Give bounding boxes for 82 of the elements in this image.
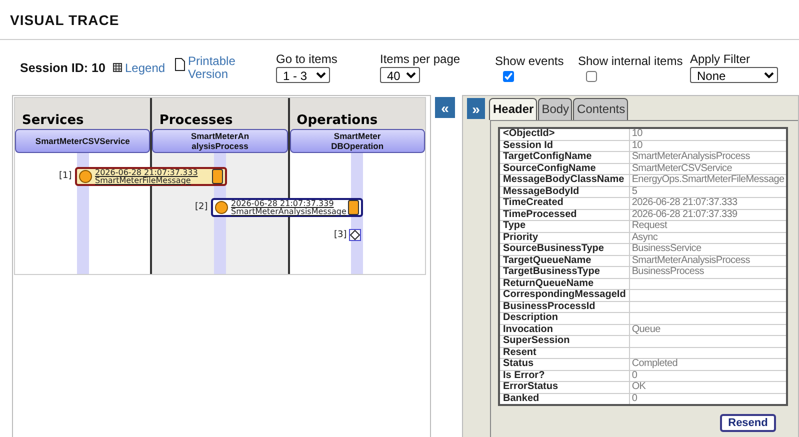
tab[interactable]: Contents xyxy=(573,98,628,120)
source-circle-icon xyxy=(79,170,92,183)
property-name: SourceBusinessType xyxy=(499,244,630,255)
property-name: SourceConfigName xyxy=(499,163,630,174)
property-value: Queue xyxy=(629,324,788,336)
document-icon xyxy=(175,58,185,70)
property-name: Invocation xyxy=(499,324,630,336)
event-diamond-icon[interactable] xyxy=(349,229,361,241)
column-title: Services xyxy=(21,113,84,130)
message-time: 2026-06-28 21:07:37.339 xyxy=(231,200,334,208)
field-label: Show internal items xyxy=(578,54,684,68)
property-name: Status xyxy=(499,358,630,370)
tab[interactable]: Body xyxy=(538,98,572,120)
events-checkbox[interactable] xyxy=(503,70,514,82)
property-name: Is Error? xyxy=(499,370,630,382)
page-title: VISUAL TRACE xyxy=(10,12,120,28)
property-value: SmartMeterAnalysisProcess xyxy=(629,255,788,266)
property-name: MessageBodyId xyxy=(499,186,630,198)
item-index: [2] xyxy=(195,202,208,212)
item-index: [3] xyxy=(334,230,347,240)
property-name: Priority xyxy=(499,232,630,244)
property-name: <ObjectId> xyxy=(499,128,630,140)
resend-button[interactable]: Resend xyxy=(720,414,776,432)
property-value: 5 xyxy=(629,186,788,198)
property-name: SuperSession xyxy=(499,336,630,347)
session-id: Session ID: 10 xyxy=(20,60,106,74)
property-name: TargetQueueName xyxy=(499,255,630,266)
property-name: TimeCreated xyxy=(499,198,630,209)
property-name: TargetConfigName xyxy=(499,152,630,163)
property-name: Session Id xyxy=(499,140,630,152)
host-box[interactable]: SmartMeterAn alysisProcess xyxy=(152,129,288,153)
field-label: Show events xyxy=(495,54,565,68)
property-value: Async xyxy=(629,232,788,244)
table-icon xyxy=(113,62,122,72)
message-bar[interactable]: 2026-06-28 21:07:37.333 SmartMeterFileMessage xyxy=(75,167,227,186)
property-value: SmartMeterCSVService xyxy=(629,163,788,174)
expand-button[interactable]: » xyxy=(467,98,485,119)
column-title: Processes xyxy=(158,113,233,130)
property-value: OK xyxy=(629,382,788,393)
property-name: Description xyxy=(499,312,630,324)
collapse-button[interactable]: « xyxy=(435,97,455,118)
property-value: Completed xyxy=(629,358,788,370)
page-size-select[interactable]: 40 xyxy=(380,67,420,83)
host-box[interactable]: SmartMeterCSVService xyxy=(15,129,150,153)
property-name: TimeProcessed xyxy=(499,209,630,220)
item-index: [1] xyxy=(59,171,72,181)
property-value: 2026-06-28 21:07:37.333 xyxy=(629,198,788,209)
property-name: Resent xyxy=(499,347,630,358)
field-label: Items per page xyxy=(380,52,462,66)
property-value: BusinessProcess xyxy=(629,266,788,278)
property-value: 0 xyxy=(629,370,788,382)
message-time: 2026-06-28 21:07:37.333 xyxy=(95,168,199,176)
legend-link[interactable]: Legend xyxy=(125,60,166,74)
host-box[interactable]: SmartMeter DBOperation xyxy=(290,129,425,153)
message-name: SmartMeterAnalysisMessage xyxy=(231,208,348,216)
property-value: 10 xyxy=(629,140,788,152)
field-label: Go to items xyxy=(276,52,338,66)
property-value: SmartMeterAnalysisProcess xyxy=(629,152,788,163)
internal-items-checkbox[interactable] xyxy=(586,70,597,82)
items-select[interactable]: 1 - 3 xyxy=(276,67,330,83)
printable-version-link[interactable]: Printable Version xyxy=(188,54,236,80)
property-name: MessageBodyClassName xyxy=(499,174,630,186)
property-name: ReturnQueueName xyxy=(499,278,630,290)
column-title: Operations xyxy=(296,113,378,130)
property-value: 2026-06-28 21:07:37.339 xyxy=(629,209,788,220)
filter-select[interactable]: None xyxy=(690,67,778,83)
property-name: CorrespondingMessageId xyxy=(499,290,630,301)
property-value: BusinessService xyxy=(629,244,788,255)
property-name: Type xyxy=(499,220,630,232)
field-label: Apply Filter xyxy=(690,52,752,66)
property-value: Request xyxy=(629,220,788,232)
property-name: BusinessProcessId xyxy=(499,301,630,312)
source-circle-icon xyxy=(215,201,228,214)
property-name: TargetBusinessType xyxy=(499,266,630,278)
target-box-icon xyxy=(212,169,223,184)
property-name: ErrorStatus xyxy=(499,382,630,393)
property-value: EnergyOps.SmartMeterFileMessage xyxy=(629,174,788,186)
property-value: 10 xyxy=(629,128,788,140)
message-name: SmartMeterFileMessage xyxy=(95,176,191,184)
target-box-icon xyxy=(348,200,359,215)
tab[interactable]: Header xyxy=(489,98,537,120)
message-bar[interactable]: 2026-06-28 21:07:37.339 SmartMeterAnalysisMessage xyxy=(211,198,363,217)
